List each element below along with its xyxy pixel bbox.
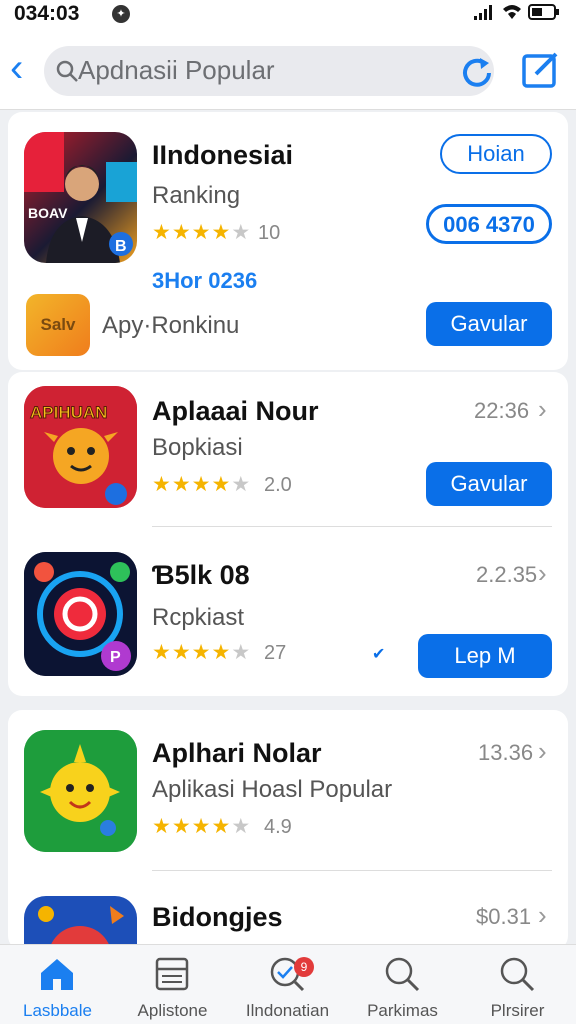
featured-rating: 10 xyxy=(258,222,281,244)
app-title: Aplhari Nolar xyxy=(152,738,322,768)
search-icon xyxy=(385,957,420,992)
wifi-icon xyxy=(503,5,521,19)
app-icon-cartoon[interactable]: APIHUAN xyxy=(24,386,137,508)
svg-text:BOAV: BOAV xyxy=(28,205,68,221)
refresh-icon[interactable] xyxy=(458,54,496,92)
mini-app-icon[interactable]: Salv xyxy=(26,294,90,356)
app-list-card: APIHUAN Aplaaai Nour Bopkiasi ★★★★★ 2.0 … xyxy=(8,372,568,696)
app-subtitle: Rcpkiast xyxy=(152,604,245,631)
search-field[interactable]: Apdnasii Popular xyxy=(44,46,494,96)
tab-label: Parkimas xyxy=(367,1001,438,1020)
app-title: Ɓ5lk 08 xyxy=(152,560,250,590)
search-icon xyxy=(500,957,535,992)
sun-character-icon xyxy=(24,730,137,852)
home-icon xyxy=(41,959,73,990)
svg-text:APIHUAN: APIHUAN xyxy=(30,403,107,422)
code-pill[interactable]: 006 4370 xyxy=(426,204,552,244)
app-subtitle: Bopkiasi xyxy=(152,434,243,461)
chevron-right-icon[interactable]: › xyxy=(538,558,547,589)
tab-search[interactable]: Plrsirer xyxy=(460,945,575,1024)
navigation-bar: ‹ Apdnasii Popular xyxy=(0,30,576,110)
featured-app-icon[interactable]: BOAV B xyxy=(24,132,137,263)
tab-apps[interactable]: Aplistone xyxy=(115,945,230,1024)
app-title: Bidongjes xyxy=(152,902,283,932)
star-rating: ★★★★★ xyxy=(152,815,252,838)
app-icon-sun[interactable] xyxy=(24,730,137,852)
get-button[interactable]: Gavular xyxy=(426,302,552,346)
app-subtitle: Aplikasi Hoasl Popular xyxy=(152,776,393,803)
chevron-right-icon[interactable]: › xyxy=(538,394,547,425)
app-rating: 2.0 xyxy=(264,474,292,496)
tab-label: Ilndonatian xyxy=(245,1001,330,1020)
star-rating: ★★★★★ xyxy=(152,221,252,244)
star-rating: ★★★★★ xyxy=(152,641,252,664)
app-price: 13.36 xyxy=(478,740,534,765)
tab-bar: Lasbbale Aplistone 9 Ilndonatian Parkima… xyxy=(0,944,576,1024)
row-divider xyxy=(152,870,552,871)
svg-text:P: P xyxy=(110,649,121,666)
app-rating: 4.9 xyxy=(264,816,292,838)
compose-icon[interactable] xyxy=(520,50,560,90)
app-title: Aplaaai Nour xyxy=(152,396,319,426)
cartoon-face-icon: APIHUAN xyxy=(24,386,137,508)
app-price: 2.2.35 xyxy=(476,562,538,587)
status-bar: 034:03 ✦ xyxy=(0,0,576,30)
get-button[interactable]: Lep M xyxy=(418,634,552,678)
featured-subtitle: Ranking xyxy=(152,182,241,209)
battery-icon xyxy=(528,4,559,20)
target-ring-icon: P xyxy=(24,552,137,676)
notification-badge: 9 xyxy=(294,957,314,977)
get-button[interactable]: Gavular xyxy=(426,462,552,506)
checkmark-icon: ✔ xyxy=(372,646,386,663)
tab-ranking[interactable]: Parkimas xyxy=(345,945,460,1024)
status-icons xyxy=(474,4,560,20)
tab-label: Aplistone xyxy=(137,1001,208,1020)
notification-icon: ✦ xyxy=(112,5,130,23)
app-price: 22:36 xyxy=(474,398,530,423)
featured-code: 3Hor 0236 xyxy=(152,268,258,293)
app-icon-ring[interactable]: P xyxy=(24,552,137,676)
featured-title: IIndonesiai xyxy=(152,140,294,170)
back-button[interactable]: ‹ xyxy=(10,48,40,90)
mini-app-label: Apy·Ronkinu xyxy=(102,312,240,339)
svg-text:B: B xyxy=(115,238,127,255)
app-price: $0.31 xyxy=(476,904,532,929)
status-time: 034:03 xyxy=(14,2,80,25)
app-list-card-2: Aplhari Nolar Aplikasi Hoasl Popular ★★★… xyxy=(8,710,568,956)
tab-label: Plrsirer xyxy=(490,1001,545,1020)
row-divider xyxy=(152,526,552,527)
open-button[interactable]: Hoian xyxy=(440,134,552,174)
person-avatar-icon: BOAV B xyxy=(24,132,137,263)
search-placeholder: Apdnasii Popular xyxy=(78,55,275,85)
tab-home[interactable]: Lasbbale xyxy=(0,945,115,1024)
featured-card: BOAV B IIndonesiai Ranking ★★★★★ 10 3Hor… xyxy=(8,112,568,370)
tab-label: Lasbbale xyxy=(22,1001,92,1020)
star-rating: ★★★★★ xyxy=(152,473,252,496)
chevron-right-icon[interactable]: › xyxy=(538,900,547,931)
list-icon xyxy=(155,957,189,991)
chevron-right-icon[interactable]: › xyxy=(538,736,547,767)
tab-indonesia[interactable]: 9 Ilndonatian xyxy=(230,945,345,1024)
signal-icon xyxy=(474,5,492,20)
app-rating: 27 xyxy=(264,642,287,664)
search-icon xyxy=(56,60,78,82)
